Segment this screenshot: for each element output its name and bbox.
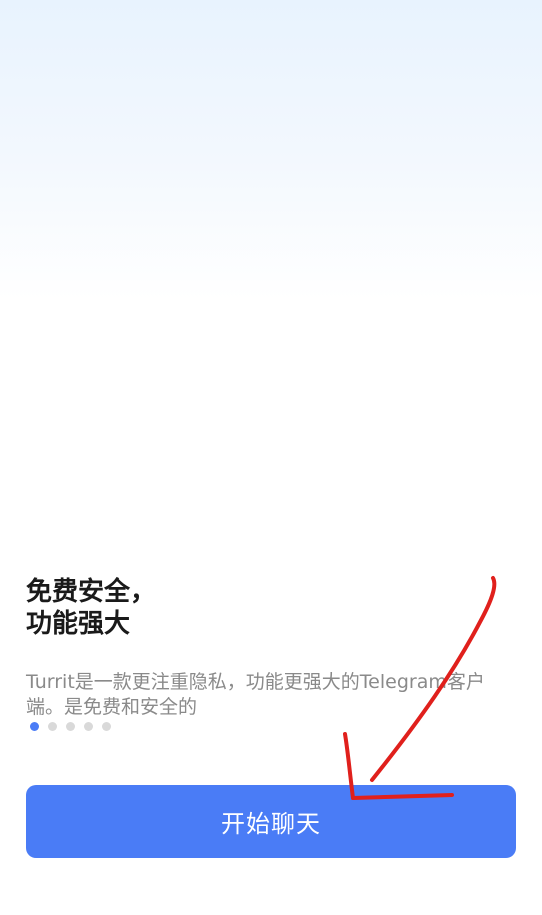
- onboarding-title: 免费安全， 功能强大: [26, 576, 426, 640]
- page-indicator: [30, 722, 111, 731]
- page-dot-3: [66, 722, 75, 731]
- onboarding-description: Turrit是一款更注重隐私，功能更强大的Telegram客户端。是免费和安全的: [26, 671, 485, 718]
- page-dot-2: [48, 722, 57, 731]
- title-line-2: 功能强大: [26, 609, 131, 639]
- page-dot-5: [102, 722, 111, 731]
- hero-illustration-area: [0, 0, 542, 540]
- page-dot-4: [84, 722, 93, 731]
- page-dot-1: [30, 722, 39, 731]
- start-chat-button[interactable]: 开始聊天: [26, 785, 516, 858]
- title-line-1: 免费安全，: [26, 577, 157, 607]
